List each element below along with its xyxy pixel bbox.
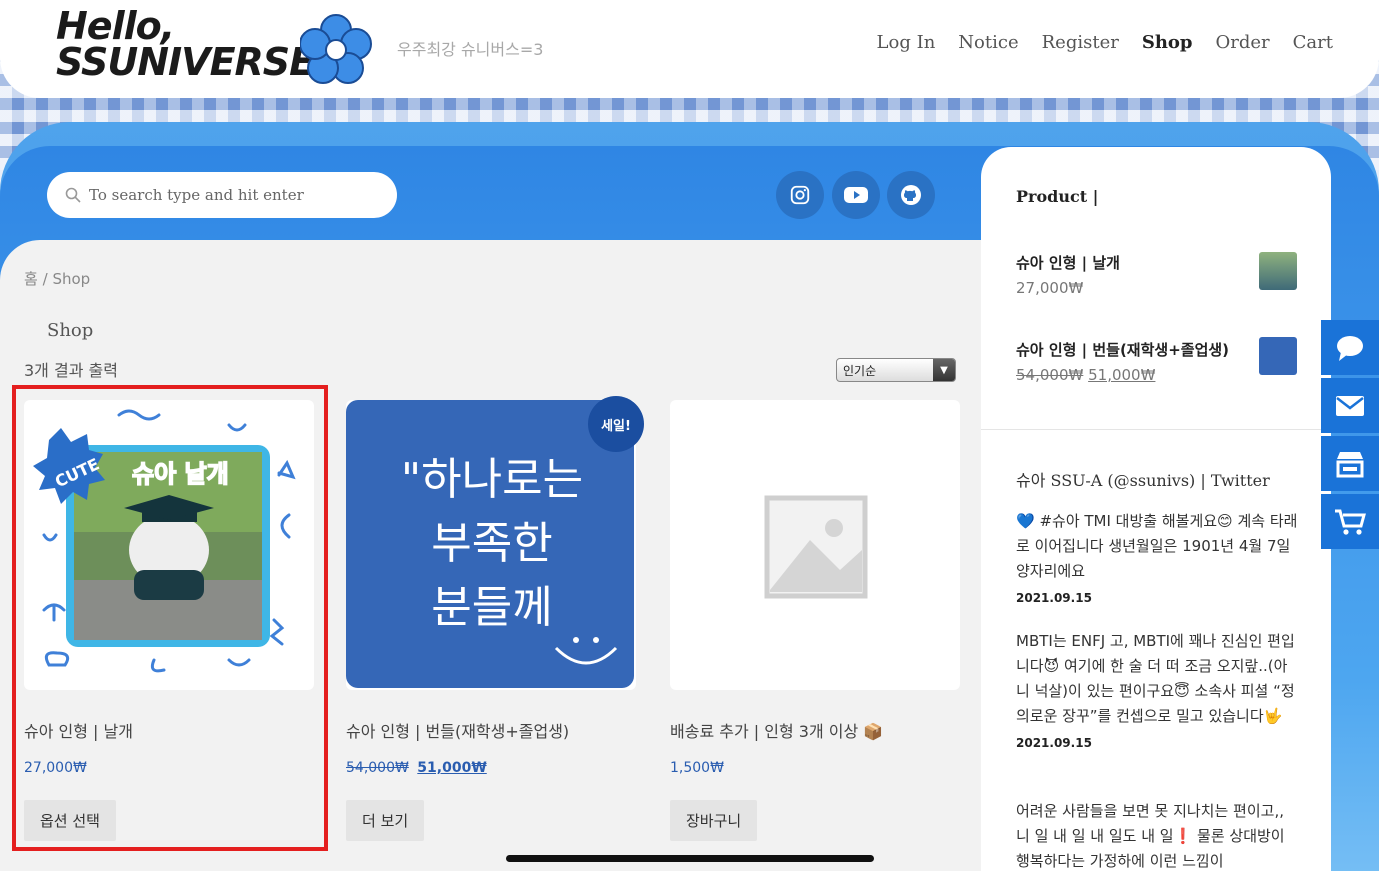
flower-logo-icon (300, 14, 372, 84)
github-button[interactable] (887, 171, 935, 219)
logo-line-1: Hello, (56, 4, 175, 48)
sidebar-product[interactable]: 슈아 인형 | 날개 27,000₩ (1016, 252, 1120, 297)
github-icon (901, 185, 921, 205)
tweet-date[interactable]: 2021.09.15 (1016, 586, 1301, 611)
search-input[interactable] (89, 186, 369, 204)
product-card[interactable]: 배송료 추가 | 인형 3개 이상 📦 1,500₩ 장바구니 (670, 400, 960, 841)
product-image-text: "하나로는 부족한 분들께 (400, 454, 584, 633)
chat-icon (1337, 335, 1363, 361)
tweet: 어려운 사람들을 보면 못 지나치는 편이고,, 니 일 내 일 내 일도 내 … (1016, 799, 1301, 871)
page-title: Shop (47, 320, 94, 341)
breadcrumb-current: Shop (52, 270, 91, 288)
site-logo[interactable]: Hello, SSUNIVERSE (56, 4, 315, 84)
result-count: 3개 결과 출력 (24, 361, 118, 380)
nav-order[interactable]: Order (1216, 32, 1270, 53)
nav-notice[interactable]: Notice (958, 32, 1018, 53)
home-indicator (506, 855, 874, 862)
youtube-icon (844, 187, 868, 203)
nav-shop[interactable]: Shop (1142, 32, 1193, 53)
breadcrumb-home[interactable]: 홈 (24, 270, 38, 288)
price-old: 54,000₩ (346, 760, 409, 776)
product-image[interactable]: "하나로는 부족한 분들께 (346, 400, 636, 690)
tweet: MBTI는 ENFJ 고, MBTI에 꽤나 진심인 편입니다😈 여기에 한 술… (1016, 629, 1301, 756)
product-image[interactable] (670, 400, 960, 690)
sidebar-product-price: 27,000₩ (1016, 279, 1084, 297)
sidebar-product-name[interactable]: 슈아 인형 | 날개 (1016, 252, 1120, 273)
mail-button[interactable] (1321, 378, 1379, 433)
main-nav: Log In Notice Register Shop Order Cart (877, 32, 1333, 53)
search-box[interactable] (47, 172, 397, 218)
site-tagline: 우주최강 슈니버스=3 (397, 40, 544, 59)
breadcrumb: 홈 / Shop (24, 268, 90, 289)
read-more-button[interactable]: 더 보기 (346, 800, 425, 841)
placeholder-image-icon (764, 495, 868, 599)
tweet-text: 💙 #슈아 TMI 대방출 해볼게요😊 계속 타래로 이어집니다 생년월일은 1… (1016, 512, 1298, 580)
sidebar-divider (981, 429, 1331, 430)
tweet: 💙 #슈아 TMI 대방출 해볼게요😊 계속 타래로 이어집니다 생년월일은 1… (1016, 509, 1301, 611)
right-sidebar: Product | 슈아 인형 | 날개 27,000₩ 슈아 인형 | 번들(… (981, 147, 1331, 871)
sidebar-product-name[interactable]: 슈아 인형 | 번들(재학생+졸업생) (1016, 339, 1229, 360)
sort-selected-value: 인기순 (843, 363, 877, 378)
tweet-text: MBTI는 ENFJ 고, MBTI에 꽤나 진심인 편입니다😈 여기에 한 술… (1016, 632, 1295, 725)
instagram-button[interactable] (776, 171, 824, 219)
chat-button[interactable] (1321, 320, 1379, 375)
product-name[interactable]: 배송료 추가 | 인형 3개 이상 📦 (670, 718, 960, 742)
nav-register[interactable]: Register (1042, 32, 1119, 53)
twitter-heading[interactable]: 슈아 SSU-A (@ssunivs) | Twitter (1016, 467, 1270, 491)
smile-doodle-icon (554, 637, 618, 665)
search-icon (65, 187, 81, 203)
price-new: 51,000₩ (1088, 366, 1156, 384)
selection-highlight (12, 385, 328, 851)
nav-login[interactable]: Log In (877, 32, 936, 53)
instagram-icon (790, 185, 810, 205)
nav-cart[interactable]: Cart (1293, 32, 1333, 53)
cart-icon (1335, 509, 1366, 535)
product-card[interactable]: "하나로는 부족한 분들께 세일! 슈아 인형 | 번들(재학생+졸업생) 54… (346, 396, 644, 841)
product-price: 54,000₩ 51,000₩ (346, 760, 636, 776)
sidebar-product[interactable]: 슈아 인형 | 번들(재학생+졸업생) 54,000₩ 51,000₩ (1016, 339, 1229, 384)
sidebar-product-thumbnail[interactable] (1259, 252, 1297, 290)
sale-badge: 세일! (588, 396, 644, 452)
price-old: 54,000₩ (1016, 366, 1084, 384)
site-header: Hello, SSUNIVERSE 우주최강 슈니버스=3 Log In Not… (0, 0, 1379, 98)
store-button[interactable] (1321, 436, 1379, 491)
tweet-text: 어려운 사람들을 보면 못 지나치는 편이고,, 니 일 내 일 내 일도 내 … (1016, 802, 1285, 870)
dropdown-arrow-icon: ▼ (933, 359, 955, 381)
tweet-date[interactable]: 2021.09.15 (1016, 731, 1301, 756)
sidebar-product-price: 54,000₩ 51,000₩ (1016, 366, 1229, 384)
youtube-button[interactable] (832, 171, 880, 219)
logo-line-2: SSUNIVERSE (56, 40, 315, 84)
price-new: 51,000₩ (417, 760, 487, 776)
mail-icon (1336, 395, 1364, 416)
add-to-cart-button[interactable]: 장바구니 (670, 800, 758, 841)
breadcrumb-separator: / (42, 270, 48, 288)
sidebar-product-thumbnail[interactable] (1259, 337, 1297, 375)
store-icon (1336, 451, 1364, 477)
product-price: 1,500₩ (670, 760, 724, 776)
sort-select[interactable]: 인기순 ▼ (836, 358, 956, 382)
sidebar-title: Product | (1016, 187, 1099, 206)
product-name[interactable]: 슈아 인형 | 번들(재학생+졸업생) (346, 718, 636, 742)
cart-button[interactable] (1321, 494, 1379, 549)
